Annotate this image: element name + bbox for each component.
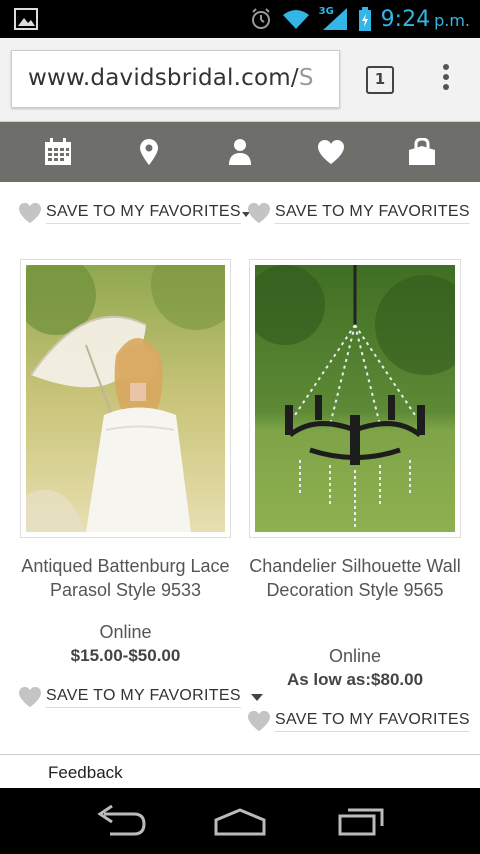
status-icons: 3G 9:24 p.m. bbox=[249, 4, 470, 34]
save-favorite-label: SAVE TO MY FAVORITES bbox=[275, 711, 470, 732]
save-favorite-top-2[interactable]: SAVE TO MY FAVORITES bbox=[247, 202, 470, 224]
parasol-photo bbox=[26, 265, 225, 532]
account-icon bbox=[228, 139, 251, 165]
calendar-icon bbox=[44, 138, 71, 165]
product-image-chandelier[interactable] bbox=[249, 259, 461, 538]
nav-favorites[interactable] bbox=[301, 122, 361, 182]
signal-icon: 3G bbox=[319, 6, 349, 32]
product-price: As low as:$80.00 bbox=[286, 670, 424, 689]
url-text: www.davidsbridal.com/S bbox=[28, 65, 314, 91]
product-title[interactable]: Antiqued Battenburg Lace Parasol Style 9… bbox=[20, 554, 231, 602]
clock-time: 9:24 bbox=[380, 6, 431, 32]
chandelier-photo bbox=[255, 265, 455, 532]
nav-location[interactable] bbox=[119, 122, 179, 182]
url-main: www.davidsbridal.com/ bbox=[28, 65, 299, 91]
feedback-bar: Feedback bbox=[0, 754, 480, 788]
gallery-icon bbox=[14, 8, 38, 30]
heart-icon bbox=[248, 202, 270, 224]
feedback-link[interactable]: Feedback bbox=[48, 763, 123, 783]
heart-icon bbox=[19, 686, 41, 708]
heart-icon bbox=[19, 202, 41, 224]
shopping-bag-icon bbox=[409, 138, 436, 165]
save-favorite-bottom-2[interactable]: SAVE TO MY FAVORITES bbox=[247, 710, 470, 732]
url-rest: S bbox=[298, 65, 314, 91]
save-favorite-label: SAVE TO MY FAVORITES bbox=[46, 687, 241, 708]
save-favorite-top-1[interactable]: SAVE TO MY FAVORITES bbox=[18, 202, 241, 224]
chevron-down-icon[interactable] bbox=[250, 693, 263, 701]
recent-apps-icon[interactable] bbox=[330, 804, 390, 838]
browser-toolbar: www.davidsbridal.com/S 1 bbox=[0, 38, 480, 122]
favorites-heart-icon bbox=[318, 140, 345, 164]
nav-calendar[interactable] bbox=[28, 122, 88, 182]
heart-icon bbox=[248, 710, 270, 732]
nav-account[interactable] bbox=[210, 122, 270, 182]
save-favorite-bottom-1[interactable]: SAVE TO MY FAVORITES bbox=[18, 686, 263, 708]
status-bar: 3G 9:24 p.m. bbox=[0, 0, 480, 38]
clock-ampm: p.m. bbox=[434, 10, 470, 30]
location-pin-icon bbox=[139, 139, 158, 165]
site-nav bbox=[0, 122, 480, 182]
home-icon[interactable] bbox=[210, 804, 270, 838]
product-title[interactable]: Chandelier Silhouette Wall Decoration St… bbox=[249, 554, 461, 602]
wifi-icon bbox=[282, 10, 309, 29]
save-favorite-label: SAVE TO MY FAVORITES bbox=[275, 203, 470, 224]
clock: 9:24 p.m. bbox=[381, 7, 470, 32]
product-image-parasol[interactable] bbox=[20, 259, 231, 538]
system-nav-bar bbox=[0, 788, 480, 854]
product-availability: Online bbox=[328, 646, 382, 666]
product-price: $15.00-$50.00 bbox=[70, 646, 181, 665]
back-icon[interactable] bbox=[90, 804, 150, 838]
battery-icon bbox=[358, 7, 371, 31]
nav-shopping-bag[interactable] bbox=[392, 122, 452, 182]
product-grid: SAVE TO MY FAVORITES SAVE TO MY FAVORITE… bbox=[0, 182, 480, 788]
save-favorite-label: SAVE TO MY FAVORITES bbox=[46, 203, 241, 224]
overflow-menu-icon[interactable] bbox=[437, 64, 455, 96]
url-field[interactable]: www.davidsbridal.com/S bbox=[11, 50, 340, 108]
product-availability: Online bbox=[99, 622, 152, 642]
alarm-icon bbox=[251, 8, 270, 29]
tabs-button[interactable]: 1 bbox=[366, 66, 394, 94]
